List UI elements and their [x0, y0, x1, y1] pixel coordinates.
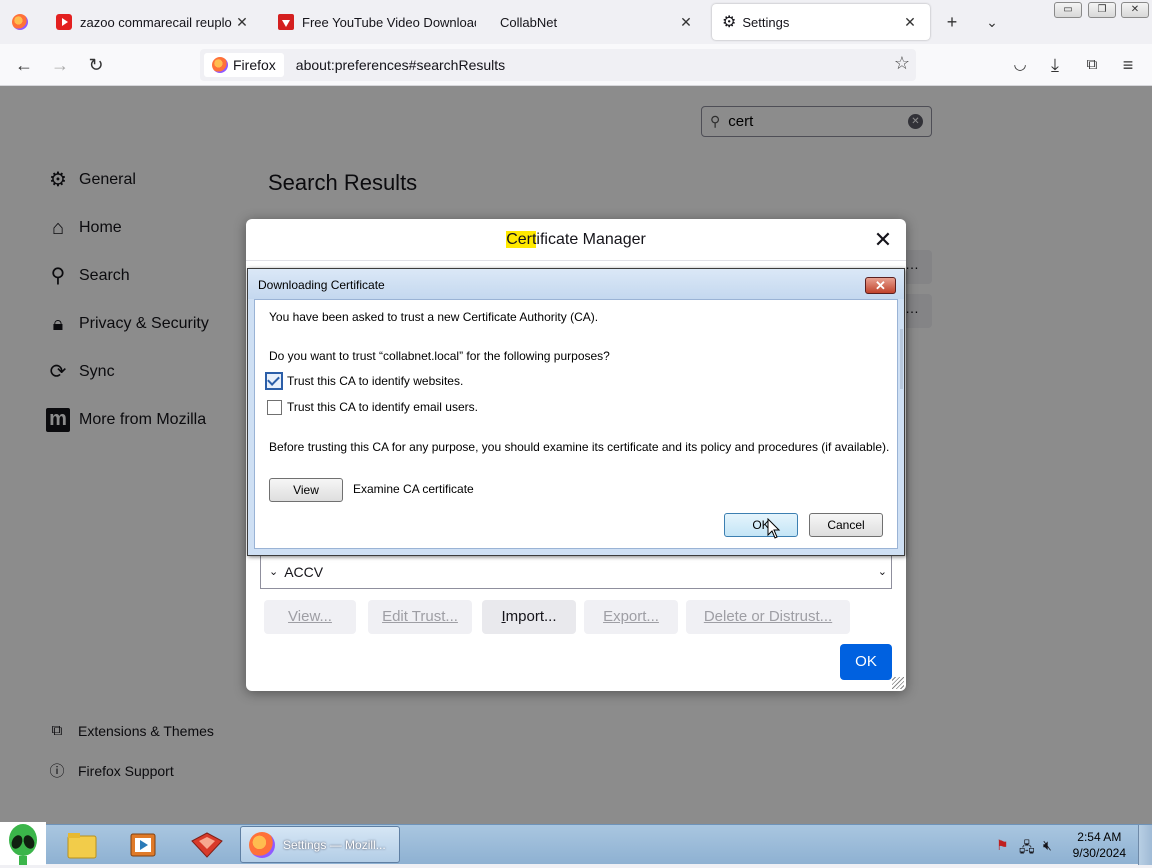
new-tab-button[interactable]: + — [940, 10, 964, 34]
start-button[interactable] — [0, 822, 46, 865]
close-button[interactable]: ✕ — [865, 277, 896, 294]
taskbar-firefox-button[interactable]: Settings — Mozill... — [240, 826, 400, 863]
close-window-button[interactable]: ✕ — [1121, 2, 1149, 18]
dialog-title: Downloading Certificate — [258, 278, 385, 292]
button-label: View... — [288, 608, 332, 625]
scroll-down-icon[interactable]: ⌄ — [878, 565, 887, 578]
tab-title: Settings — [742, 14, 790, 30]
navigation-toolbar: ← → ↻ Firefox about:preferences#searchRe… — [0, 44, 1152, 86]
restore-button[interactable]: ❐ — [1088, 2, 1116, 18]
forward-button[interactable]: → — [48, 53, 72, 77]
trust-email-checkbox[interactable] — [267, 400, 282, 415]
firefox-view-icon[interactable] — [12, 14, 28, 30]
cancel-button[interactable]: Cancel — [809, 513, 883, 537]
button-label: mport... — [505, 608, 557, 625]
chevron-down-icon[interactable]: ⌄ — [269, 565, 278, 578]
tab-collabnet[interactable]: CollabNet ✕ — [490, 4, 706, 40]
dialog-title-rest: ificate Manager — [536, 231, 646, 248]
view-certificate-button[interactable]: View — [269, 478, 343, 502]
taskbar: Settings — Mozill... ⚑ 🖧︎ 🔇︎ 2:54 AM 9/3… — [0, 822, 1152, 865]
identity-box[interactable]: Firefox — [204, 53, 284, 77]
security-app-icon[interactable] — [190, 829, 223, 861]
button-label: Delete or Distrust... — [703, 608, 833, 625]
trust-websites-checkbox[interactable] — [265, 372, 283, 390]
tab-video-download[interactable]: Free YouTube Video Download — [268, 4, 486, 40]
identity-label: Firefox — [233, 57, 276, 73]
file-explorer-icon[interactable] — [66, 829, 98, 861]
extensions-icon[interactable]: ⧉ — [1080, 53, 1104, 77]
export-button[interactable]: Export... — [584, 600, 678, 634]
bookmark-star-icon[interactable]: ☆ — [894, 53, 910, 74]
volume-muted-icon[interactable]: 🔇︎ — [1043, 837, 1052, 854]
alien-icon — [9, 824, 37, 865]
reload-button[interactable]: ↻ — [84, 53, 108, 77]
list-all-tabs-button[interactable]: ⌄ — [980, 10, 1004, 34]
close-icon[interactable]: ✕ — [872, 229, 894, 251]
search-highlight: Cert — [506, 231, 537, 248]
intro-text: You have been asked to trust a new Certi… — [269, 310, 599, 324]
tab-youtube[interactable]: zazoo commarecail reuploqd - ✕ — [46, 4, 262, 40]
dialog-body: You have been asked to trust a new Certi… — [254, 299, 898, 549]
resize-grip[interactable] — [892, 677, 904, 689]
question-text: Do you want to trust “collabnet.local” f… — [269, 349, 610, 363]
url-text[interactable]: about:preferences#searchResults — [296, 57, 505, 73]
examine-label: Examine CA certificate — [353, 482, 474, 496]
firefox-logo-icon — [249, 831, 275, 858]
ok-button[interactable]: OK — [840, 644, 892, 680]
network-icon[interactable]: 🖧︎ — [1019, 837, 1035, 861]
dialog-title: Certificate Manager — [246, 219, 906, 261]
clock-time: 2:54 AM — [1077, 830, 1122, 844]
close-tab-icon[interactable]: ✕ — [232, 14, 252, 31]
address-bar[interactable]: Firefox about:preferences#searchResults … — [200, 49, 916, 81]
dialog-titlebar: Downloading Certificate ✕ — [248, 269, 904, 299]
gear-icon: ⚙ — [722, 14, 737, 31]
clock-date: 9/30/2024 — [1072, 846, 1126, 860]
firefox-logo-icon — [212, 57, 228, 73]
tab-title: zazoo commarecail reuploqd - — [80, 14, 232, 30]
advice-text: Before trusting this CA for any purpose,… — [269, 440, 890, 454]
certificate-tree-row[interactable]: ⌄ ACCV ⌄ — [260, 555, 892, 589]
close-tab-icon[interactable]: ✕ — [900, 14, 920, 31]
view-button[interactable]: View... — [264, 600, 356, 634]
delete-distrust-button[interactable]: Delete or Distrust... — [686, 600, 850, 634]
back-button[interactable]: ← — [12, 53, 36, 77]
menu-icon[interactable]: ≡ — [1116, 53, 1140, 77]
scroll-indicator — [900, 329, 903, 389]
downloading-certificate-dialog: Downloading Certificate ✕ You have been … — [247, 268, 905, 556]
button-label: Export... — [603, 608, 659, 625]
tab-settings[interactable]: ⚙ Settings ✕ — [712, 4, 930, 40]
download-app-icon — [278, 14, 294, 30]
tab-title: Free YouTube Video Download — [302, 14, 476, 30]
close-tab-icon[interactable]: ✕ — [676, 14, 696, 31]
button-label: Edit Trust... — [382, 608, 458, 625]
media-player-icon[interactable] — [128, 829, 160, 861]
tab-strip: zazoo commarecail reuploqd - ✕ Free YouT… — [0, 0, 1152, 44]
taskbar-button-label: Settings — Mozill... — [283, 837, 386, 852]
minimize-button[interactable]: ▭ — [1054, 2, 1082, 18]
import-button[interactable]: Import... — [482, 600, 576, 634]
system-clock[interactable]: 2:54 AM 9/30/2024 — [1073, 829, 1126, 861]
action-center-flag-icon[interactable]: ⚑ — [996, 837, 1009, 854]
downloads-icon[interactable]: ⤓ — [1043, 53, 1067, 77]
ok-button[interactable]: OK — [724, 513, 798, 537]
tab-title: CollabNet — [500, 14, 558, 30]
edit-trust-button[interactable]: Edit Trust... — [368, 600, 472, 634]
divider — [246, 260, 906, 261]
trust-email-label[interactable]: Trust this CA to identify email users. — [287, 400, 478, 414]
trust-websites-label[interactable]: Trust this CA to identify websites. — [287, 374, 463, 388]
pocket-icon[interactable]: ◡ — [1008, 53, 1032, 77]
show-desktop-button[interactable] — [1138, 825, 1152, 865]
tree-item-label: ACCV — [284, 563, 324, 580]
youtube-icon — [56, 14, 72, 30]
